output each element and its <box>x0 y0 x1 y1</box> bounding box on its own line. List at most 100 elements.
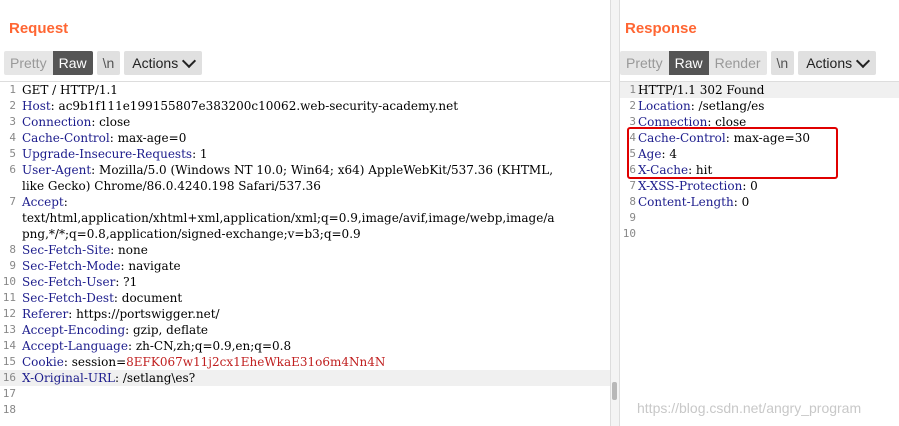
response-view-mode-group: Pretty Raw Render <box>620 51 767 75</box>
code-line[interactable]: text/html,application/xhtml+xml,applicat… <box>0 210 610 226</box>
response-actions-dropdown[interactable]: Actions <box>798 51 877 75</box>
line-number: 10 <box>622 227 636 240</box>
line-number: 7 <box>9 195 16 208</box>
code-line[interactable]: 11 Sec-Fetch-Dest: document <box>0 290 610 306</box>
line-content: Upgrade-Insecure-Requests: 1 <box>22 146 208 162</box>
line-number: 4 <box>9 131 16 144</box>
code-line[interactable]: 9 <box>620 210 899 226</box>
line-number: 8 <box>9 243 16 256</box>
code-line[interactable]: 7 X-XSS-Protection: 0 <box>620 178 899 194</box>
header-value: zh-CN,zh;q=0.9,en;q=0.8 <box>132 339 292 353</box>
request-scrollbar[interactable] <box>612 382 617 400</box>
line-content: Accept-Language: zh-CN,zh;q=0.9,en;q=0.8 <box>22 338 291 354</box>
code-line[interactable]: 15 Cookie: session=8EFK067w11j2cx1EheWkaE… <box>0 354 610 370</box>
response-title: Response <box>625 20 697 37</box>
code-line[interactable]: 8 Content-Length: 0 <box>620 194 899 210</box>
code-line[interactable]: png,*/*;q=0.8,application/signed-exchang… <box>0 226 610 242</box>
line-number: 11 <box>2 291 16 304</box>
header-name: X-XSS-Protection <box>638 179 743 193</box>
header-name: Connection <box>22 115 92 129</box>
code-line[interactable]: 2 Location: /setlang/es <box>620 98 899 114</box>
header-value: navigate <box>124 259 181 273</box>
line-content: GET / HTTP/1.1 <box>22 82 118 98</box>
line-number: 12 <box>2 307 16 320</box>
header-name: Sec-Fetch-Site <box>22 243 111 257</box>
header-name: Referer <box>22 307 69 321</box>
line-text: GET / HTTP/1.1 <box>22 83 118 97</box>
code-line[interactable]: 18 <box>0 402 610 418</box>
line-content: Cookie: session=8EFK067w11j2cx1EheWkaE31… <box>22 354 385 370</box>
request-actions-label: Actions <box>132 55 179 71</box>
response-raw-button[interactable]: Raw <box>668 51 709 75</box>
code-line[interactable]: 5 Upgrade-Insecure-Requests: 1 <box>0 146 610 162</box>
code-line[interactable]: 6 User-Agent: Mozilla/5.0 (Windows NT 10.… <box>0 162 610 178</box>
line-number: 2 <box>629 99 636 112</box>
request-raw-button[interactable]: Raw <box>52 51 93 75</box>
highlight-box <box>627 127 838 179</box>
request-view-mode-group: Pretty Raw <box>4 51 93 75</box>
header-name: X-Original-URL <box>22 371 115 385</box>
request-editor[interactable]: 1 GET / HTTP/1.1 2 Host: ac9b1f111e19915580… <box>0 81 610 426</box>
header-name: Location <box>638 99 691 113</box>
line-content: Content-Length: 0 <box>638 194 749 210</box>
code-line[interactable]: like Gecko) Chrome/86.0.4240.198 Safari/… <box>0 178 610 194</box>
line-text: text/html,application/xhtml+xml,applicat… <box>22 211 555 225</box>
code-line[interactable]: 12 Referer: https://portswigger.net/ <box>0 306 610 322</box>
line-number: 10 <box>2 275 16 288</box>
header-value: Mozilla/5.0 (Windows NT 10.0; Win64; x64… <box>95 163 554 177</box>
code-line[interactable]: 2 Host: ac9b1f111e199155807e383200c10062.… <box>0 98 610 114</box>
code-line[interactable]: 4 Cache-Control: max-age=0 <box>0 130 610 146</box>
code-line[interactable]: 3 Connection: close <box>0 114 610 130</box>
header-name: Sec-Fetch-Dest <box>22 291 114 305</box>
line-number: 7 <box>629 179 636 192</box>
code-line[interactable]: 1 HTTP/1.1 302 Found <box>620 82 899 98</box>
request-pretty-button[interactable]: Pretty <box>4 51 53 75</box>
request-newline-toggle[interactable]: \n <box>96 51 121 75</box>
code-line[interactable]: 17 <box>0 386 610 402</box>
header-value: 0 <box>746 179 758 193</box>
code-line[interactable]: 13 Accept-Encoding: gzip, deflate <box>0 322 610 338</box>
line-content: Host: ac9b1f111e199155807e383200c10062.w… <box>22 98 458 114</box>
line-number: 6 <box>9 163 16 176</box>
request-title: Request <box>9 20 69 37</box>
request-actions-dropdown[interactable]: Actions <box>124 51 203 75</box>
line-content: Referer: https://portswigger.net/ <box>22 306 220 322</box>
pane-divider[interactable] <box>610 0 620 426</box>
response-newline-toggle[interactable]: \n <box>770 51 795 75</box>
header-value: 0 <box>737 195 750 209</box>
response-render-button[interactable]: Render <box>708 51 767 75</box>
line-content: X-Original-URL: /setlang\es? <box>22 370 195 386</box>
code-line[interactable]: 14 Accept-Language: zh-CN,zh;q=0.9,en;q=0… <box>0 338 610 354</box>
code-line[interactable]: 10 Sec-Fetch-User: ?1 <box>0 274 610 290</box>
code-line[interactable]: 7 Accept: <box>0 194 610 210</box>
header-value: none <box>114 243 148 257</box>
watermark: https://blog.csdn.net/angry_program <box>637 400 862 416</box>
line-number: 18 <box>2 403 16 416</box>
chevron-down-icon <box>182 53 197 69</box>
line-content: Sec-Fetch-User: ?1 <box>22 274 137 290</box>
chevron-down-icon <box>856 53 871 69</box>
code-line[interactable]: 8 Sec-Fetch-Site: none <box>0 242 610 258</box>
header-value: https://portswigger.net/ <box>72 307 220 321</box>
code-line[interactable]: 16 X-Original-URL: /setlang\es? <box>0 370 610 386</box>
code-line[interactable]: 9 Sec-Fetch-Mode: navigate <box>0 258 610 274</box>
header-name: Sec-Fetch-User <box>22 275 116 289</box>
header-name: Host <box>22 99 51 113</box>
header-value: document <box>117 291 183 305</box>
header-value: /setlang/es <box>694 99 765 113</box>
line-content: User-Agent: Mozilla/5.0 (Windows NT 10.0… <box>22 162 553 178</box>
header-name: Accept-Encoding <box>22 323 126 337</box>
line-number: 2 <box>9 99 16 112</box>
code-line[interactable]: 10 <box>620 226 899 242</box>
header-name: Upgrade-Insecure-Requests <box>22 147 193 161</box>
response-toolbar: Pretty Raw Render \n Actions <box>620 51 877 75</box>
code-line[interactable]: 1 GET / HTTP/1.1 <box>0 82 610 98</box>
response-pretty-button[interactable]: Pretty <box>620 51 669 75</box>
request-pane: Request Pretty Raw \n Actions 1 GET / HTT… <box>0 0 610 426</box>
header-name: Sec-Fetch-Mode <box>22 259 121 273</box>
line-text: like Gecko) Chrome/86.0.4240.198 Safari/… <box>22 179 321 193</box>
header-value: max-age=0 <box>113 131 187 145</box>
line-content: Sec-Fetch-Dest: document <box>22 290 182 306</box>
header-value: ac9b1f111e199155807e383200c10062.web-sec… <box>54 99 459 113</box>
line-number: 1 <box>629 83 636 96</box>
